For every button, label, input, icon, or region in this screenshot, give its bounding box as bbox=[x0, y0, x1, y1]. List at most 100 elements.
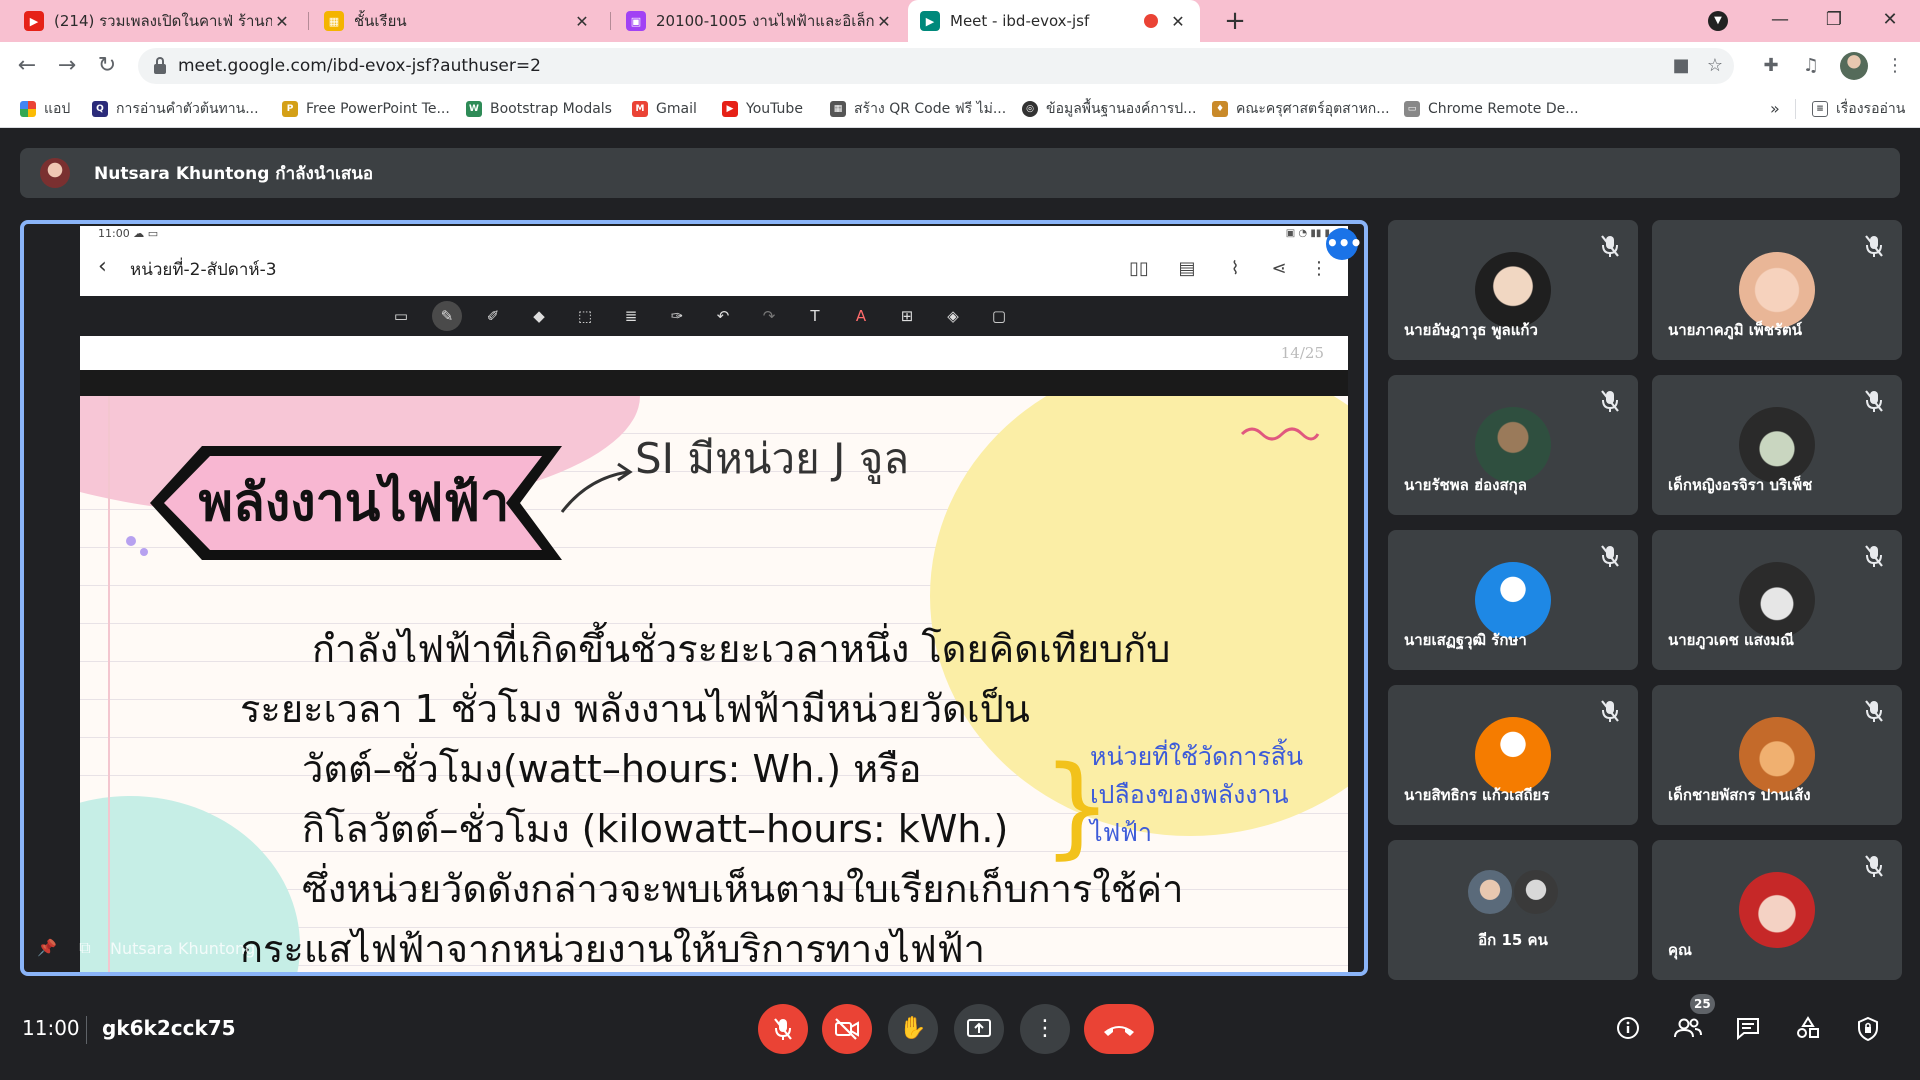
close-window-button[interactable]: ✕ bbox=[1862, 0, 1918, 42]
reload-button[interactable]: ↻ bbox=[92, 51, 122, 81]
dot-doodle bbox=[126, 536, 136, 546]
bookmark-apps[interactable]: แอป bbox=[20, 90, 70, 128]
bookmarks-bar: แอป Q การอ่านคำตัวต้นทาน... P Free Power… bbox=[0, 90, 1920, 128]
bookmark-item[interactable]: P Free PowerPoint Te... bbox=[282, 90, 450, 128]
participant-tile[interactable]: นายภาคภูมิ เพ็ชรัตน์ bbox=[1652, 220, 1902, 360]
leave-call-button[interactable] bbox=[1084, 1004, 1154, 1054]
mic-off-icon bbox=[1600, 699, 1620, 723]
page-gap bbox=[80, 370, 1348, 396]
shapes-icon: ◈ bbox=[947, 307, 959, 325]
hand-icon: ✋ bbox=[899, 1016, 927, 1041]
dot-doodle bbox=[140, 548, 148, 556]
bookmark-label: Free PowerPoint Te... bbox=[306, 101, 450, 117]
media-control-icon[interactable]: ♫ bbox=[1796, 51, 1826, 81]
presentation-stage[interactable]: 11:00 ☁ ▭ ▣ ◔ ▮▮ ▮ ‹ หน่วยที่-2-สัปดาห์-… bbox=[20, 220, 1368, 976]
extensions-icon[interactable]: ✚ bbox=[1756, 51, 1786, 81]
arrow-doodle bbox=[560, 462, 633, 513]
url-text[interactable]: meet.google.com/ibd-evox-jsf?authuser=2 bbox=[178, 48, 541, 84]
more-participants-label: อีก 15 คน bbox=[1478, 931, 1548, 949]
bookmark-item[interactable]: ◎ ข้อมูลพื้นฐานองค์การป... bbox=[1022, 90, 1196, 128]
tab-title: 20100-1005 งานไฟฟ้าและอิเล็กทรอนิ bbox=[656, 12, 874, 30]
forward-button[interactable]: → bbox=[52, 51, 82, 81]
bookmark-star-icon[interactable]: ☆ bbox=[1700, 51, 1730, 81]
close-tab-icon[interactable]: ✕ bbox=[272, 12, 292, 31]
participant-avatar bbox=[1739, 717, 1815, 793]
more-bookmarks-button[interactable]: » bbox=[1770, 90, 1780, 128]
browser-tab-meet[interactable]: ▶ Meet - ibd-evox-jsf ✕ bbox=[908, 0, 1200, 42]
back-button[interactable]: ← bbox=[12, 51, 42, 81]
youtube-icon: ▶ bbox=[722, 101, 738, 117]
more-options-button[interactable]: ⋮ bbox=[1020, 1004, 1070, 1054]
self-tile[interactable]: คุณ bbox=[1652, 840, 1902, 980]
mic-off-icon bbox=[1864, 389, 1884, 413]
camera-in-use-icon[interactable]: ■ bbox=[1666, 51, 1696, 81]
participant-tile[interactable]: นายเสฏฐวุฒิ รักษา bbox=[1388, 530, 1638, 670]
host-controls-button[interactable] bbox=[1846, 1006, 1890, 1050]
toggle-camera-button[interactable] bbox=[822, 1004, 872, 1054]
shared-screen: 11:00 ☁ ▭ ▣ ◔ ▮▮ ▮ ‹ หน่วยที่-2-สัปดาห์-… bbox=[80, 226, 1348, 972]
reading-list-label: เรื่องรออ่าน bbox=[1836, 101, 1906, 117]
close-tab-icon[interactable]: ✕ bbox=[874, 12, 894, 31]
device-clock: 11:00 bbox=[98, 227, 130, 240]
participant-tile[interactable]: นายภูวเดช แสงมณี bbox=[1652, 530, 1902, 670]
participant-avatar bbox=[1512, 868, 1560, 916]
meeting-details-button[interactable] bbox=[1606, 1006, 1650, 1050]
slide-title: พลังงานไฟฟ้า bbox=[198, 473, 510, 533]
participant-avatar bbox=[1466, 868, 1514, 916]
raise-hand-button[interactable]: ✋ bbox=[888, 1004, 938, 1054]
bookmark-item[interactable]: ▶ YouTube bbox=[722, 90, 803, 128]
more-options-icon: ⋮ bbox=[1310, 258, 1328, 279]
reading-list-icon: ≡ bbox=[1812, 101, 1828, 117]
qr-code-icon: ▦ bbox=[830, 101, 846, 117]
bookmark-item[interactable]: M Gmail bbox=[632, 90, 697, 128]
participant-tile[interactable]: เด็กหญิงอรจิรา บริเพ็ช bbox=[1652, 375, 1902, 515]
browser-tab-course[interactable]: ▣ 20100-1005 งานไฟฟ้าและอิเล็กทรอนิ ✕ bbox=[614, 0, 906, 42]
toggle-microphone-button[interactable] bbox=[758, 1004, 808, 1054]
participant-name: คุณ bbox=[1668, 941, 1692, 959]
lock-icon[interactable] bbox=[154, 57, 166, 75]
participant-tile[interactable]: นายสิทธิกร แก้วเสถียร bbox=[1388, 685, 1638, 825]
activities-button[interactable] bbox=[1786, 1006, 1830, 1050]
lock-tool-icon: ▢ bbox=[991, 307, 1007, 325]
bookmark-label: การอ่านคำตัวต้นทาน... bbox=[116, 101, 259, 117]
reading-list-button[interactable]: ≡ เรื่องรออ่าน bbox=[1812, 90, 1905, 128]
stage-more-options-button[interactable]: ••• bbox=[1326, 228, 1362, 260]
minimize-window-button[interactable]: — bbox=[1752, 0, 1808, 42]
bookmark-label: สร้าง QR Code ฟรี ไม่... bbox=[854, 101, 1007, 117]
participant-avatar bbox=[1475, 407, 1551, 483]
bookmark-item[interactable]: ▭ Chrome Remote De... bbox=[1404, 90, 1579, 128]
slide-body-line: กิโลวัตต์–ชั่วโมง (kilowatt–hours: kWh.) bbox=[302, 807, 1009, 851]
present-screen-icon[interactable]: ⧉ bbox=[72, 935, 98, 961]
participant-name: นายภาคภูมิ เพ็ชรัตน์ bbox=[1668, 321, 1803, 339]
participant-tile[interactable]: นายรัชพล ฮ่องสกุล bbox=[1388, 375, 1638, 515]
bookmark-label: YouTube bbox=[746, 101, 803, 117]
present-now-button[interactable] bbox=[954, 1004, 1004, 1054]
pin-icon[interactable]: 📌 bbox=[34, 935, 60, 961]
close-tab-icon[interactable]: ✕ bbox=[572, 12, 592, 31]
new-tab-button[interactable]: + bbox=[1220, 6, 1250, 36]
tab-search-icon[interactable]: ▼ bbox=[1708, 11, 1728, 31]
participant-tile[interactable]: เด็กชายพัสกร ปานเส้ง bbox=[1652, 685, 1902, 825]
ruler-icon: ≣ bbox=[624, 307, 638, 325]
chat-button[interactable] bbox=[1726, 1006, 1770, 1050]
browser-menu-icon[interactable]: ⋮ bbox=[1880, 51, 1910, 81]
bookmark-item[interactable]: Q การอ่านคำตัวต้นทาน... bbox=[92, 90, 259, 128]
browser-tab-classroom[interactable]: ▦ ชั้นเรียน ✕ bbox=[312, 0, 604, 42]
tab-title: ชั้นเรียน bbox=[354, 12, 407, 30]
bookmark-item[interactable]: ▦ สร้าง QR Code ฟรี ไม่... bbox=[830, 90, 1006, 128]
device-status-icons: ▣ ◔ ▮▮ ▮ bbox=[1285, 228, 1330, 239]
classroom-icon: ▣ bbox=[626, 11, 646, 31]
bookmark-item[interactable]: W Bootstrap Modals bbox=[466, 90, 612, 128]
restore-window-button[interactable]: ❐ bbox=[1806, 0, 1862, 42]
page-indicator: 14/25 bbox=[1280, 344, 1324, 362]
participant-tile[interactable]: นายอัษฎาวุธ พูลแก้ว bbox=[1388, 220, 1638, 360]
bookmark-item[interactable]: ♦ คณะครุศาสตร์อุตสาหก... bbox=[1212, 90, 1390, 128]
bookmark-label: แอป bbox=[44, 101, 71, 117]
profile-avatar[interactable] bbox=[1840, 52, 1868, 80]
browser-tab-youtube[interactable]: ▶ (214) รวมเพลงเปิดในคาเฟ่ ร้านกาแฟ ✕ bbox=[12, 0, 304, 42]
classroom-icon: ▦ bbox=[324, 11, 344, 31]
control-divider bbox=[86, 1016, 87, 1044]
close-tab-icon[interactable]: ✕ bbox=[1168, 12, 1188, 31]
address-bar[interactable]: meet.google.com/ibd-evox-jsf?authuser=2 … bbox=[138, 48, 1734, 84]
more-participants-tile[interactable]: อีก 15 คน bbox=[1388, 840, 1638, 980]
